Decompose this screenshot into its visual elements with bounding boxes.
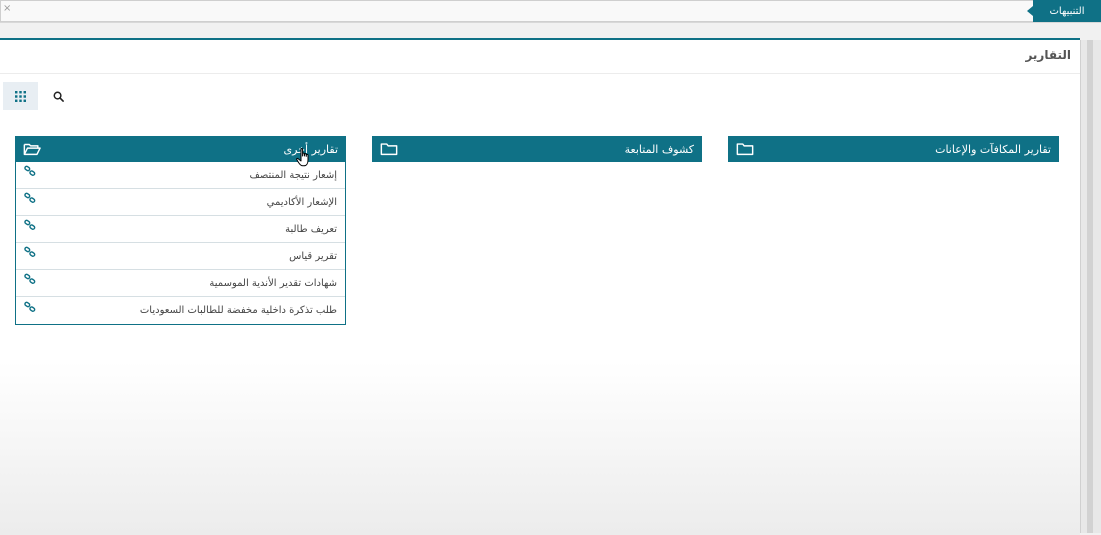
report-item-label: إشعار نتيجة المنتصف	[249, 169, 337, 181]
report-item-club-certificates[interactable]: شهادات تقدير الأندية الموسمية	[16, 270, 345, 297]
report-item-academic-notice[interactable]: الإشعار الأكاديمي	[16, 189, 345, 216]
card-follow-up-sheets: كشوف المتابعة	[372, 136, 702, 162]
grid-icon	[15, 90, 26, 102]
report-item-label: تقرير قياس	[289, 250, 337, 262]
card-rewards-reports: تقارير المكافآت والإعانات	[728, 136, 1059, 162]
notifications-bar: × التنبيهات	[0, 0, 1101, 23]
report-item-label: تعريف طالبة	[285, 223, 337, 235]
report-list: إشعار نتيجة المنتصف الإشعار الأكاديمي تع…	[15, 162, 346, 325]
title-divider	[0, 73, 1080, 74]
card-title: كشوف المتابعة	[624, 142, 694, 156]
link-icon	[24, 246, 36, 257]
folder-open-icon	[23, 143, 41, 156]
card-header-rewards-reports[interactable]: تقارير المكافآت والإعانات	[728, 136, 1059, 162]
report-item-qiyas[interactable]: تقرير قياس	[16, 243, 345, 270]
link-icon	[24, 192, 36, 203]
card-title: تقارير المكافآت والإعانات	[935, 142, 1051, 156]
folder-icon	[736, 143, 754, 156]
link-icon	[24, 273, 36, 284]
alerts-tab[interactable]: التنبيهات	[1033, 0, 1101, 22]
card-header-follow-up-sheets[interactable]: كشوف المتابعة	[372, 136, 702, 162]
link-icon	[24, 165, 36, 176]
hand-cursor-icon	[296, 148, 309, 167]
report-item-label: شهادات تقدير الأندية الموسمية	[209, 277, 337, 289]
grid-view-button[interactable]	[3, 82, 38, 110]
scrollbar-thumb[interactable]	[1087, 40, 1093, 533]
report-item-student-id[interactable]: تعريف طالبة	[16, 216, 345, 243]
folder-icon	[380, 143, 398, 156]
report-item-label: الإشعار الأكاديمي	[266, 196, 337, 208]
report-item-label: طلب تذكرة داخلية مخفضة للطالبات السعوديا…	[139, 305, 337, 316]
page-title: التقارير	[1025, 48, 1071, 62]
search-button[interactable]	[48, 86, 68, 106]
close-icon[interactable]: ×	[3, 3, 11, 14]
search-icon	[53, 91, 64, 102]
report-item-discounted-ticket[interactable]: طلب تذكرة داخلية مخفضة للطالبات السعوديا…	[16, 297, 345, 324]
alerts-tab-label: التنبيهات	[1049, 5, 1085, 17]
link-icon	[24, 219, 36, 230]
notifications-area: ×	[0, 0, 1035, 22]
link-icon	[24, 301, 36, 312]
